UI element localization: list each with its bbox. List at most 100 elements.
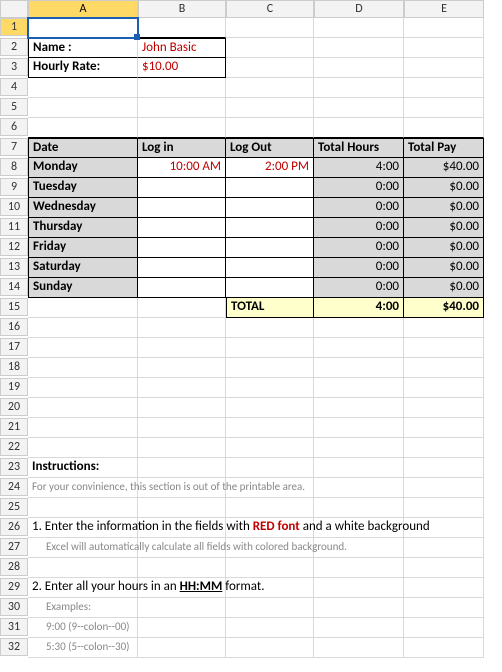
cell-C3[interactable]: [226, 58, 314, 78]
row-header-27[interactable]: 27: [0, 538, 28, 556]
cell-B5[interactable]: [138, 98, 226, 118]
cell-E16[interactable]: [404, 318, 484, 338]
cell-E6[interactable]: [404, 118, 484, 138]
cell-D29[interactable]: [314, 578, 404, 598]
cell-D25[interactable]: [314, 498, 404, 518]
row-header-18[interactable]: 18: [0, 358, 28, 376]
rate-value[interactable]: $10.00: [138, 58, 226, 78]
login-header[interactable]: Log in: [138, 138, 226, 158]
logout-4[interactable]: [226, 238, 314, 258]
cell-D24[interactable]: [314, 478, 404, 498]
cell-A21[interactable]: [28, 418, 138, 438]
hours-1[interactable]: 0:00: [314, 178, 404, 198]
cell-B19[interactable]: [138, 378, 226, 398]
cell-E23[interactable]: [404, 458, 484, 478]
instructions-note[interactable]: For your convinience, this section is ou…: [28, 478, 138, 498]
instructions-header[interactable]: Instructions:: [28, 458, 138, 478]
col-header-C[interactable]: C: [226, 0, 314, 18]
cell-D28[interactable]: [314, 558, 404, 578]
row-header-2[interactable]: 2: [0, 38, 28, 56]
cell-C23[interactable]: [226, 458, 314, 478]
cell-D4[interactable]: [314, 78, 404, 98]
pay-header[interactable]: Total Pay: [404, 138, 484, 158]
col-header-B[interactable]: B: [138, 0, 226, 18]
cell-A17[interactable]: [28, 338, 138, 358]
day-3[interactable]: Thursday: [28, 218, 138, 238]
logout-header[interactable]: Log Out: [226, 138, 314, 158]
row-header-21[interactable]: 21: [0, 418, 28, 436]
cell-E4[interactable]: [404, 78, 484, 98]
row-header-16[interactable]: 16: [0, 318, 28, 336]
cell-B16[interactable]: [138, 318, 226, 338]
row-header-13[interactable]: 13: [0, 258, 28, 276]
cell-D2[interactable]: [314, 38, 404, 58]
row-header-7[interactable]: 7: [0, 138, 28, 156]
login-5[interactable]: [138, 258, 226, 278]
cell-C16[interactable]: [226, 318, 314, 338]
cell-E24[interactable]: [404, 478, 484, 498]
login-0[interactable]: 10:00 AM: [138, 158, 226, 178]
cell-B31[interactable]: [138, 618, 226, 638]
cell-D17[interactable]: [314, 338, 404, 358]
cell-C6[interactable]: [226, 118, 314, 138]
logout-1[interactable]: [226, 178, 314, 198]
row-header-12[interactable]: 12: [0, 238, 28, 256]
cell-D23[interactable]: [314, 458, 404, 478]
cell-B25[interactable]: [138, 498, 226, 518]
pay-3[interactable]: $0.00: [404, 218, 484, 238]
cell-E18[interactable]: [404, 358, 484, 378]
cell-B30[interactable]: [138, 598, 226, 618]
row-header-28[interactable]: 28: [0, 558, 28, 576]
cell-E2[interactable]: [404, 38, 484, 58]
hours-4[interactable]: 0:00: [314, 238, 404, 258]
day-1[interactable]: Tuesday: [28, 178, 138, 198]
fill-handle[interactable]: [134, 34, 140, 40]
row-header-23[interactable]: 23: [0, 458, 28, 476]
cell-E21[interactable]: [404, 418, 484, 438]
logout-0[interactable]: 2:00 PM: [226, 158, 314, 178]
login-1[interactable]: [138, 178, 226, 198]
cell-C18[interactable]: [226, 358, 314, 378]
hours-2[interactable]: 0:00: [314, 198, 404, 218]
cell-C17[interactable]: [226, 338, 314, 358]
logout-5[interactable]: [226, 258, 314, 278]
total-hours[interactable]: 4:00: [314, 298, 404, 318]
hours-header[interactable]: Total Hours: [314, 138, 404, 158]
login-4[interactable]: [138, 238, 226, 258]
cell-B6[interactable]: [138, 118, 226, 138]
row-header-25[interactable]: 25: [0, 498, 28, 516]
rate-label[interactable]: Hourly Rate:: [28, 58, 138, 78]
cell-B18[interactable]: [138, 358, 226, 378]
cell-B4[interactable]: [138, 78, 226, 98]
pay-6[interactable]: $0.00: [404, 278, 484, 298]
cell-E25[interactable]: [404, 498, 484, 518]
cell-A6[interactable]: [28, 118, 138, 138]
cell-A25[interactable]: [28, 498, 138, 518]
hours-6[interactable]: 0:00: [314, 278, 404, 298]
pay-2[interactable]: $0.00: [404, 198, 484, 218]
cell-A22[interactable]: [28, 438, 138, 458]
row-header-4[interactable]: 4: [0, 78, 28, 96]
cell-D18[interactable]: [314, 358, 404, 378]
row-header-32[interactable]: 32: [0, 638, 28, 656]
cell-B20[interactable]: [138, 398, 226, 418]
cell-D32[interactable]: [314, 638, 404, 658]
day-2[interactable]: Wednesday: [28, 198, 138, 218]
select-all-corner[interactable]: [0, 0, 28, 18]
day-6[interactable]: Sunday: [28, 278, 138, 298]
row-header-10[interactable]: 10: [0, 198, 28, 216]
cell-E5[interactable]: [404, 98, 484, 118]
cell-E32[interactable]: [404, 638, 484, 658]
cell-D21[interactable]: [314, 418, 404, 438]
cell-E1[interactable]: [404, 18, 484, 38]
row-header-3[interactable]: 3: [0, 58, 28, 76]
cell-E22[interactable]: [404, 438, 484, 458]
col-header-D[interactable]: D: [314, 0, 404, 18]
row-header-6[interactable]: 6: [0, 118, 28, 136]
cell-D30[interactable]: [314, 598, 404, 618]
cell-D19[interactable]: [314, 378, 404, 398]
row-header-14[interactable]: 14: [0, 278, 28, 296]
cell-C21[interactable]: [226, 418, 314, 438]
cell-C4[interactable]: [226, 78, 314, 98]
row-header-1[interactable]: 1: [0, 18, 28, 36]
